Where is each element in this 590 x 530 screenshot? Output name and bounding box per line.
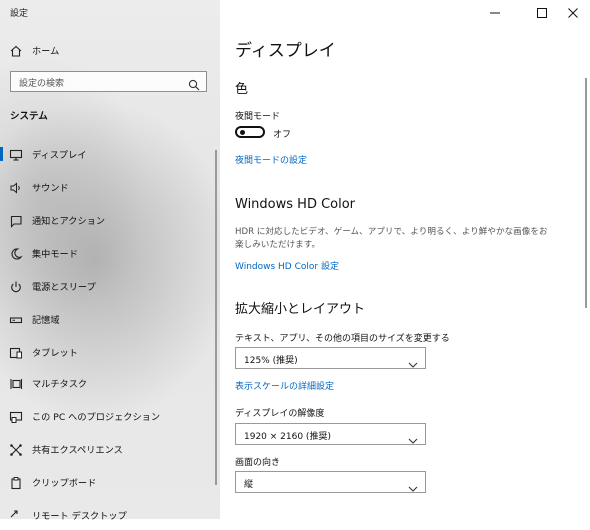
sidebar-item-sound[interactable]: サウンド [0, 172, 220, 202]
sidebar-item-display[interactable]: ディスプレイ [0, 139, 220, 169]
sidebar-item-label: ディスプレイ [32, 150, 87, 161]
page-title: ディスプレイ [235, 41, 336, 61]
sidebar-scrollbar[interactable] [215, 150, 217, 485]
sidebar-item-focus[interactable]: 集中モード [0, 238, 220, 268]
sidebar-item-storage[interactable]: 記憶域 [0, 304, 220, 334]
chevron-down-icon [408, 478, 418, 492]
close-icon [568, 3, 578, 22]
minimize-icon [490, 3, 500, 22]
moon-icon [9, 246, 23, 260]
minimize-button[interactable] [485, 4, 505, 20]
orientation-value: 縦 [244, 480, 254, 490]
sidebar-item-home[interactable]: ホーム [0, 35, 220, 65]
sidebar-item-label: リモート デスクトップ [32, 511, 127, 522]
sidebar-item-label: ホーム [32, 46, 60, 57]
hdr-heading: Windows HD Color [235, 197, 356, 212]
monitor-icon [9, 147, 23, 161]
sidebar-item-projection[interactable]: この PC へのプロジェクション [0, 401, 220, 431]
orientation-label: 画面の向き [235, 458, 281, 468]
sidebar-item-label: 記憶域 [32, 315, 60, 326]
search-icon[interactable] [188, 76, 200, 91]
search-input[interactable]: 設定の検索 [10, 71, 207, 92]
sidebar-item-label: タブレット [32, 348, 78, 359]
scale-layout-heading: 拡大縮小とレイアウト [235, 302, 366, 317]
home-icon [9, 43, 23, 57]
storage-icon [9, 312, 23, 326]
sidebar-item-label: この PC へのプロジェクション [32, 412, 161, 423]
maximize-button[interactable] [532, 4, 552, 20]
power-icon [9, 279, 23, 293]
clipboard-icon [9, 475, 23, 490]
projection-icon [9, 409, 23, 423]
orientation-dropdown[interactable]: 縦 [235, 471, 426, 493]
settings-window: 設定 ホーム 設定の検索 システム ディスプレイ サウンド 通知とアクション 集… [0, 0, 590, 522]
resolution-value: 1920 × 2160 (推奨) [244, 432, 331, 442]
tablet-icon [9, 345, 23, 359]
sidebar-item-label: 共有エクスペリエンス [32, 445, 123, 456]
search-placeholder: 設定の検索 [19, 79, 65, 89]
speaker-icon [9, 180, 23, 194]
scale-label: テキスト、アプリ、その他の項目のサイズを変更する [235, 334, 450, 344]
remote-desktop-icon [9, 508, 23, 522]
sidebar-item-label: マルチタスク [32, 379, 88, 390]
sidebar: 設定 ホーム 設定の検索 システム ディスプレイ サウンド 通知とアクション 集… [0, 0, 220, 522]
hdr-settings-link[interactable]: Windows HD Color 設定 [235, 259, 339, 272]
sidebar-item-power[interactable]: 電源とスリープ [0, 271, 220, 301]
sidebar-item-label: 通知とアクション [32, 216, 106, 227]
color-heading: 色 [235, 82, 249, 97]
sidebar-item-shared-experiences[interactable]: 共有エクスペリエンス [0, 434, 220, 464]
scale-dropdown[interactable]: 125% (推奨) [235, 347, 426, 369]
resolution-label: ディスプレイの解像度 [235, 409, 325, 419]
shared-icon [9, 442, 23, 456]
sidebar-item-label: サウンド [32, 183, 69, 194]
hdr-description: HDR に対応したビデオ、ゲーム、アプリで、より明るく、より鮮やかな画像をお楽し… [235, 227, 548, 250]
multitask-icon [9, 376, 23, 390]
section-heading: システム [10, 111, 48, 122]
sidebar-item-label: 電源とスリープ [32, 282, 96, 293]
main-content: ディスプレイ 色 夜間モード オフ 夜間モードの設定 Windows HD Co… [220, 0, 590, 519]
advanced-scaling-link[interactable]: 表示スケールの詳細設定 [235, 379, 334, 392]
night-light-settings-link[interactable]: 夜間モードの設定 [235, 153, 307, 166]
notification-icon [9, 213, 23, 228]
chevron-down-icon [408, 430, 418, 444]
sidebar-item-multitasking[interactable]: マルチタスク [0, 368, 220, 398]
sidebar-item-label: 集中モード [32, 249, 78, 260]
toggle-knob [240, 130, 245, 135]
sidebar-item-clipboard[interactable]: クリップボード [0, 467, 220, 497]
maximize-icon [537, 3, 547, 22]
main-scrollbar[interactable] [585, 78, 587, 308]
sidebar-item-notifications[interactable]: 通知とアクション [0, 205, 220, 235]
resolution-dropdown[interactable]: 1920 × 2160 (推奨) [235, 423, 426, 445]
night-light-toggle[interactable] [235, 126, 265, 138]
night-light-label: 夜間モード [235, 112, 281, 122]
night-light-state: オフ [273, 130, 292, 140]
sidebar-item-tablet[interactable]: タブレット [0, 337, 220, 367]
sidebar-item-label: クリップボード [32, 478, 97, 489]
scale-value: 125% (推奨) [244, 356, 298, 366]
chevron-down-icon [408, 354, 418, 368]
close-button[interactable] [563, 4, 583, 20]
sidebar-item-remote-desktop[interactable]: リモート デスクトップ [0, 500, 220, 530]
app-title: 設定 [10, 9, 29, 19]
